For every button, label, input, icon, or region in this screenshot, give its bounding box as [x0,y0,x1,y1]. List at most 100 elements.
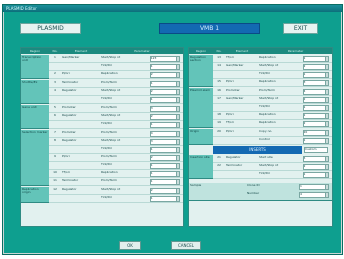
parameter-field[interactable]: 1 [149,122,180,128]
vmb-selector[interactable]: VMB 1 [159,23,260,34]
group-label: Plasmid elem [189,88,213,128]
spin-arrow-icon[interactable] [325,106,328,110]
parameter-field[interactable]: 5 [302,156,329,162]
parameter-field[interactable]: 2 [149,89,180,95]
spin-arrow-icon[interactable] [325,57,328,61]
parameter-field[interactable]: 1 [302,172,329,178]
spin-arrow-icon[interactable] [325,173,328,177]
plasmid-window: PLASMID Editor PLASMID VMB 1 EXIT Region… [2,4,343,255]
parameter-field[interactable]: 2 [149,188,180,194]
parameter-field[interactable]: 1 [302,138,329,144]
parameter-field[interactable]: 1 [302,56,329,62]
group-label: Origin [189,129,213,145]
parameter-field[interactable]: 2 [302,164,329,170]
parameter-field[interactable]: 1 [302,113,329,119]
spin-arrow-icon[interactable] [325,157,328,161]
spin-arrow-icon[interactable] [175,107,179,111]
parameter-field[interactable]: 1 [149,147,180,153]
spin-arrow-icon[interactable] [175,132,179,136]
parameter-field[interactable]: 123 [149,56,180,62]
spin-arrow-icon[interactable] [175,65,179,69]
spin-arrow-icon[interactable] [175,115,179,119]
spin-arrow-icon[interactable] [325,193,328,197]
group-label: Shuttle/Ex [21,80,49,104]
spin-arrow-icon[interactable] [325,65,328,69]
exit-button[interactable]: EXIT [283,23,318,34]
spin-arrow-icon[interactable] [175,172,179,176]
parameter-label: Start/Stop nt [101,89,121,92]
left-parameter-table: Region No. Element Parameter Transcription u… [20,47,184,227]
parameter-field[interactable]: 4 [302,89,329,95]
spin-arrow-icon[interactable] [175,156,179,160]
parameter-field[interactable]: 1 [149,64,180,70]
spin-arrow-icon[interactable] [325,185,328,189]
spin-arrow-icon[interactable] [325,122,328,126]
parameter-label: Start/Stop nt [259,164,279,167]
group-label: Gene unit [21,105,49,129]
parameter-label: Tint/Dir [101,163,113,166]
cancel-button[interactable]: CANCEL [171,241,201,250]
parameter-label: Replication [259,56,276,59]
parameter-label: Tint/Dir [101,97,113,100]
parameter-field[interactable]: 2 [149,114,180,120]
parameter-field[interactable]: 3 [149,106,180,112]
parameter-field[interactable]: 2 [302,121,329,127]
spin-arrow-icon[interactable] [175,148,179,152]
parameter-field[interactable]: 4 [149,131,180,137]
parameter-label: Replication [259,80,276,83]
spin-arrow-icon[interactable] [175,82,179,86]
parameter-label: Tint/Dir [101,64,113,67]
parameter-field[interactable]: 4 [299,192,329,198]
parameter-field[interactable]: 1 [149,163,180,169]
spin-arrow-icon[interactable] [175,57,179,61]
spin-arrow-icon[interactable] [175,90,179,94]
title-bar: PLASMID Editor [3,5,342,12]
parameter-label: Prom/Term [259,89,275,92]
spin-arrow-icon[interactable] [175,98,179,102]
parameter-field[interactable]: 1 [302,72,329,78]
parameter-field[interactable]: 1 [149,196,180,202]
spin-arrow-icon[interactable] [325,98,328,102]
parameter-label: Start/Stop nt [101,139,121,142]
spin-arrow-icon[interactable] [175,140,179,144]
parameter-label: Start/Stop nt [259,64,279,67]
parameter-field[interactable]: 1 [149,171,180,177]
parameter-field[interactable]: 1 [149,97,180,103]
parameter-label: Tint/Dir [101,196,113,199]
parameter-label: Prom/Term [101,155,117,158]
parameter-label: Prom/Term [101,179,117,182]
spin-arrow-icon[interactable] [325,90,328,94]
parameter-field[interactable]: 2 [302,97,329,103]
spin-arrow-icon[interactable] [175,73,179,77]
parameter-label: Replication [101,72,118,75]
ok-button[interactable]: OK [119,241,141,250]
parameter-field[interactable]: 2 [149,72,180,78]
plasmid-title-field[interactable]: PLASMID [20,23,81,34]
parameter-field[interactable]: 2 [149,155,180,161]
spin-arrow-icon[interactable] [175,180,179,184]
parameter-field[interactable]: 1 [302,105,329,111]
parameter-field[interactable]: 2 [302,64,329,70]
group-label: Replication origin [21,187,49,203]
spin-arrow-icon[interactable] [325,131,328,135]
column-header: Parameter [259,48,332,54]
spin-arrow-icon[interactable] [325,114,328,118]
parameter-field[interactable]: 3 [149,139,180,145]
spin-arrow-icon[interactable] [175,164,179,168]
parameter-field[interactable]: 3 [302,80,329,86]
spin-arrow-icon[interactable] [175,123,179,127]
spin-arrow-icon[interactable] [325,81,328,85]
parameter-field[interactable]: 1 [149,179,180,185]
parameter-label: Number [247,192,260,195]
spin-arrow-icon[interactable] [175,189,179,193]
spin-arrow-icon[interactable] [325,73,328,77]
parameter-field[interactable]: 1 [149,81,180,87]
section-value-field[interactable]: Custom [304,147,328,153]
parameter-field[interactable]: 1 [299,184,329,190]
parameter-label: Tint/Dir [101,122,113,125]
group-label: Transcription unit [21,55,49,79]
spin-arrow-icon[interactable] [325,165,328,169]
spin-arrow-icon[interactable] [175,197,179,201]
parameter-field[interactable]: 20 [302,130,329,136]
spin-arrow-icon[interactable] [325,139,328,143]
